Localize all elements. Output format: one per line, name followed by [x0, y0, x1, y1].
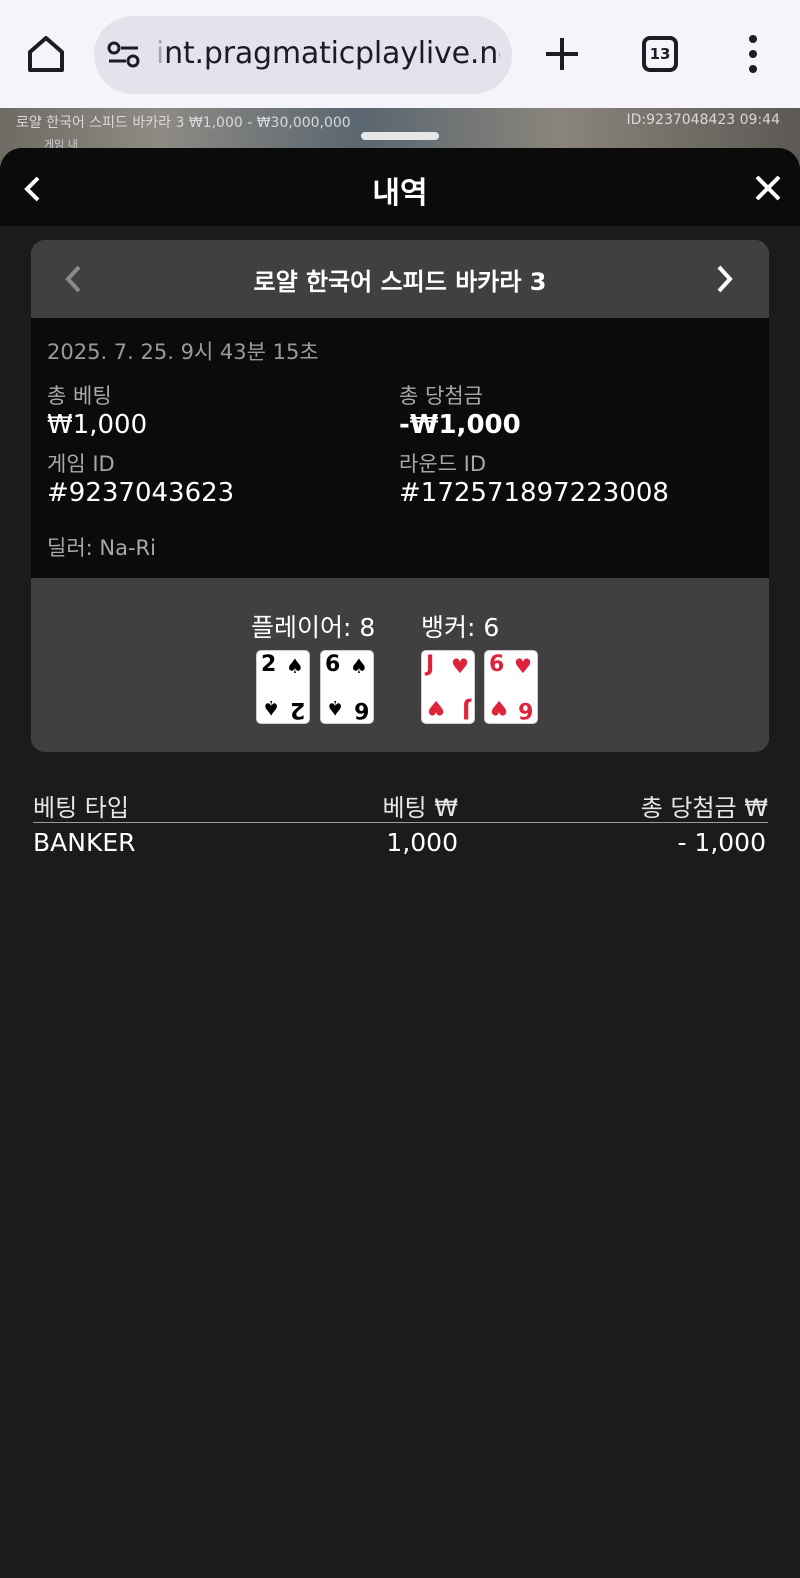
address-bar[interactable]: int.pragmaticplaylive.net [94, 16, 512, 94]
browser-toolbar: int.pragmaticplaylive.net 13 [0, 0, 800, 108]
url-faded-prefix: i [156, 36, 165, 71]
row-bet-amount: 1,000 [386, 828, 458, 857]
drag-handle[interactable] [361, 132, 439, 140]
tab-count: 13 [649, 45, 671, 63]
round-result: 플레이어: 8 뱅커: 6 2 ♠ 2 ♠ 6 ♠ 6 ♠ J ♥ J ♥ 6 [31, 578, 769, 752]
site-settings-icon[interactable] [106, 40, 142, 70]
page-title: 내역 [372, 176, 428, 211]
table-divider [33, 822, 768, 823]
heart-icon: ♥ [514, 654, 532, 678]
table-info: 로얄 한국어 스피드 바카라 3 ₩1,000 - ₩30,000,000 [16, 115, 351, 131]
card-rank: J [426, 652, 435, 677]
card-rank: J [461, 697, 470, 722]
spade-icon: ♠ [286, 654, 304, 678]
url-host: nt.pragmaticplaylive.net [164, 36, 500, 71]
banker-card-1: J ♥ J ♥ [421, 650, 475, 724]
game-id-value: #9237043623 [47, 478, 235, 508]
player-card-1: 2 ♠ 2 ♠ [256, 650, 310, 724]
total-bet-value: ₩1,000 [47, 410, 148, 440]
game-id-label: 게임 ID [47, 452, 115, 476]
more-menu-icon[interactable] [748, 34, 758, 74]
close-icon[interactable] [754, 174, 782, 202]
card-rank: 6 [489, 652, 505, 677]
header-bet-type: 베팅 타입 [33, 794, 129, 822]
banker-score: 뱅커: 6 [421, 613, 500, 642]
row-total-win: - 1,000 [677, 828, 766, 857]
new-tab-icon[interactable] [540, 32, 584, 76]
total-bet-label: 총 베팅 [47, 384, 112, 408]
heart-icon: ♥ [451, 654, 469, 678]
round-info: 2025. 7. 25. 9시 43분 15초 총 베팅 ₩1,000 총 당첨… [31, 318, 769, 578]
url-text[interactable]: int.pragmaticplaylive.net [156, 36, 500, 71]
header-total-win: 총 당첨금 ₩ [640, 794, 768, 822]
panel-header: 내역 [0, 148, 800, 226]
round-id-time: ID:9237048423 09:44 [626, 112, 781, 128]
heart-icon: ♥ [490, 696, 508, 720]
spade-icon: ♠ [262, 696, 280, 720]
header-bet-amount: 베팅 ₩ [382, 794, 458, 822]
home-icon[interactable] [24, 32, 68, 76]
round-id-label: 라운드 ID [399, 452, 486, 476]
tab-switcher-icon[interactable]: 13 [642, 36, 678, 72]
game-name: 로얄 한국어 스피드 바카라 3 [253, 268, 547, 296]
round-id-value: #172571897223008 [399, 478, 669, 508]
row-bet-type: BANKER [33, 828, 136, 857]
heart-icon: ♥ [427, 696, 445, 720]
player-card-2: 6 ♠ 6 ♠ [320, 650, 374, 724]
spade-icon: ♠ [350, 654, 368, 678]
card-rank: 2 [261, 652, 277, 677]
card-rank: 2 [289, 697, 305, 722]
banker-card-2: 6 ♥ 6 ♥ [484, 650, 538, 724]
history-panel: 내역 로얄 한국어 스피드 바카라 3 2025. 7. 25. 9시 43분 … [0, 148, 800, 1578]
card-rank: 6 [353, 697, 369, 722]
chevron-right-icon[interactable] [715, 264, 735, 294]
round-datetime: 2025. 7. 25. 9시 43분 15초 [47, 340, 319, 364]
round-detail-card: 로얄 한국어 스피드 바카라 3 2025. 7. 25. 9시 43분 15초… [31, 240, 769, 752]
card-header: 로얄 한국어 스피드 바카라 3 [31, 240, 769, 318]
card-rank: 6 [517, 697, 533, 722]
spade-icon: ♠ [326, 696, 344, 720]
total-win-label: 총 당첨금 [399, 384, 483, 408]
total-win-value: -₩1,000 [399, 410, 521, 440]
card-rank: 6 [325, 652, 341, 677]
player-score: 플레이어: 8 [251, 613, 376, 642]
dealer-name: 딜러: Na-Ri [47, 536, 156, 560]
